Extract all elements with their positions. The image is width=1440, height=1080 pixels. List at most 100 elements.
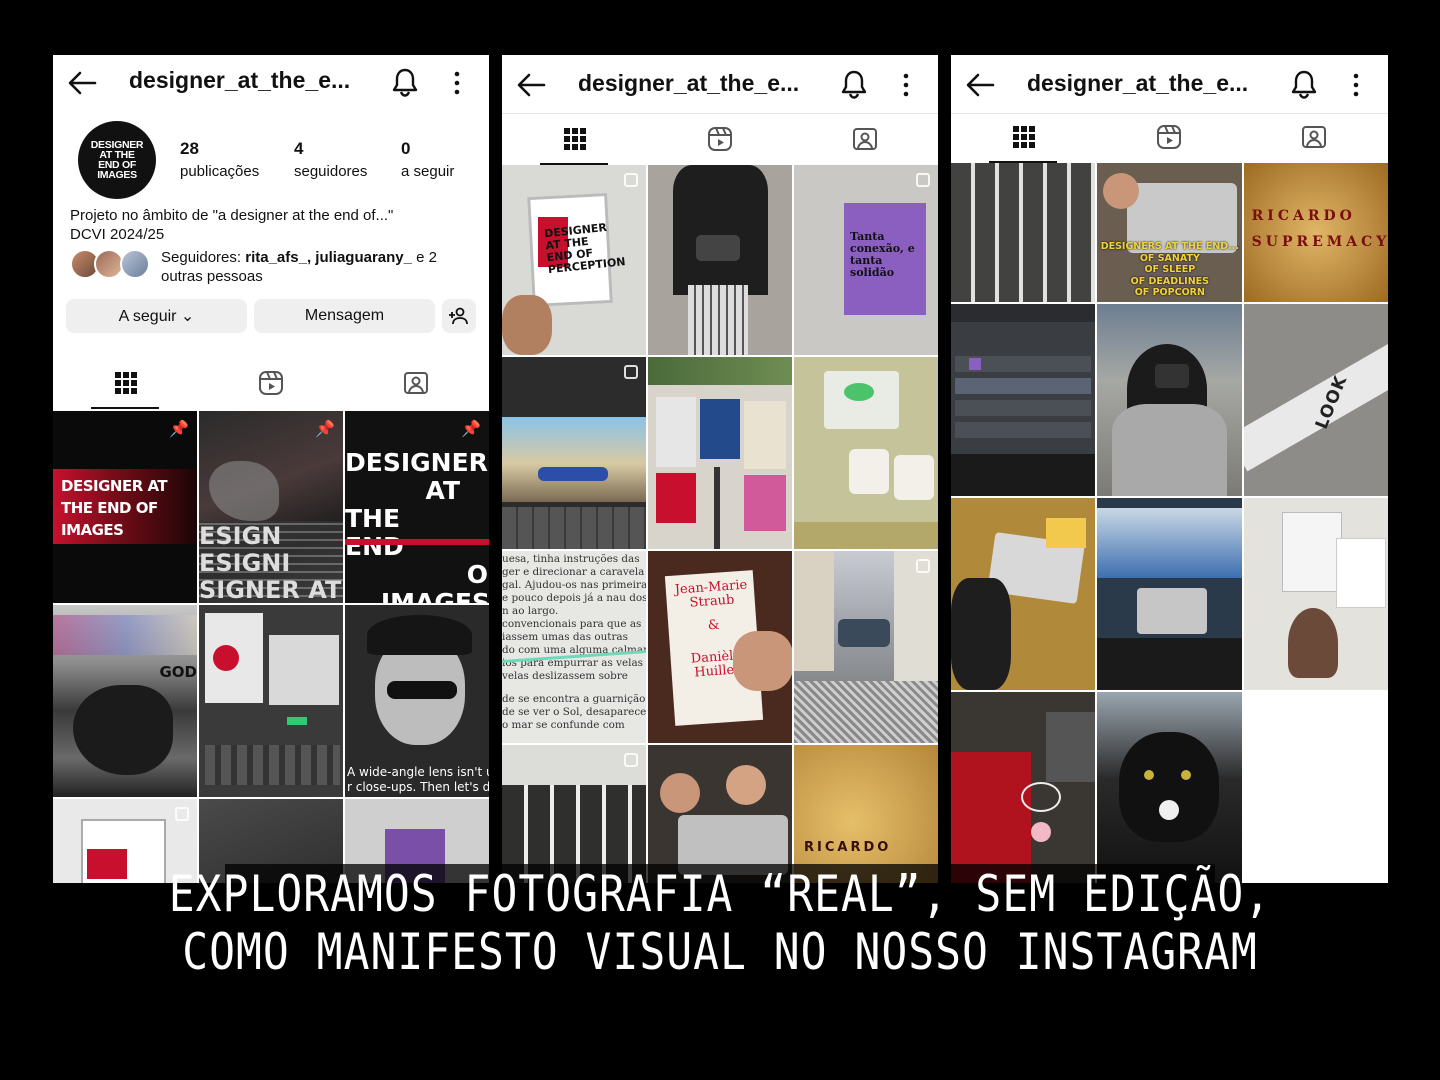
tab-reels[interactable] xyxy=(1096,111,1241,163)
more-options-icon[interactable] xyxy=(1348,71,1364,99)
post-tile[interactable]: RICARDO xyxy=(794,745,938,883)
more-options-icon[interactable] xyxy=(898,71,914,99)
tile-book-text: uesa, tinha instruções das ger e direcio… xyxy=(502,553,646,732)
tile-legs xyxy=(1097,638,1242,690)
tab-posts-grid[interactable] xyxy=(53,357,198,409)
tile-layer-row xyxy=(955,378,1091,394)
post-tile[interactable] xyxy=(1243,498,1388,690)
tile-laptop xyxy=(1137,588,1208,634)
stat-posts[interactable]: 28 publicações xyxy=(180,139,259,180)
post-tile[interactable] xyxy=(1097,498,1242,690)
top-bar: designer_at_the_e... xyxy=(53,55,489,111)
post-tile[interactable]: GOD xyxy=(53,605,197,797)
mutual-followers-text: Seguidores: rita_afs_, juliaguarany_ e 2… xyxy=(161,248,437,286)
post-tile[interactable]: DESIGNER AT THE END O IMAGES 📌 xyxy=(345,411,489,603)
tile-title-stack: DESIGNER AT THE END O IMAGES xyxy=(345,449,489,604)
post-tile[interactable]: Jean-Marie Straub & Danièle Huillet xyxy=(648,551,792,743)
post-tile[interactable] xyxy=(794,357,938,549)
post-tile[interactable] xyxy=(199,605,343,797)
tile-line: OF POPCORN xyxy=(1134,287,1205,298)
post-tile[interactable] xyxy=(951,692,1096,883)
tab-reels[interactable] xyxy=(647,113,792,165)
post-tile[interactable] xyxy=(648,165,792,355)
tile-line: SUPREMACY xyxy=(1251,234,1388,250)
tile-road-stripe xyxy=(1243,336,1388,472)
post-tile[interactable] xyxy=(502,357,646,549)
tab-posts-grid[interactable] xyxy=(951,111,1096,163)
tile-line: OF DEADLINES xyxy=(1130,275,1209,287)
bell-icon[interactable] xyxy=(840,69,868,99)
stat-following-label: a seguir xyxy=(401,163,455,180)
tile-layer-row xyxy=(955,422,1091,438)
back-arrow-icon[interactable] xyxy=(516,71,546,99)
tile-smoke-shape xyxy=(73,685,173,775)
tile-glitch-text: ESIGN ESIGNI SIGNER AT xyxy=(199,522,342,604)
tile-building xyxy=(794,551,834,671)
tile-word: GOD xyxy=(159,663,197,681)
tile-line: O xyxy=(466,560,488,589)
add-person-button[interactable] xyxy=(442,299,476,333)
post-tile[interactable] xyxy=(951,163,1096,302)
tile-poster xyxy=(744,475,786,531)
bell-icon[interactable] xyxy=(1290,69,1318,99)
post-tile[interactable]: A wide-angle lens isn't use r close-ups.… xyxy=(345,605,489,797)
tab-posts-grid[interactable] xyxy=(502,113,647,165)
add-person-icon xyxy=(449,307,468,325)
tile-camera xyxy=(696,235,740,261)
phone-screen-grid-1: designer_at_the_e... DESIGNER AT THE END… xyxy=(502,55,938,883)
post-tile[interactable] xyxy=(951,498,1096,690)
more-options-icon[interactable] xyxy=(449,69,465,97)
stat-following-count: 0 xyxy=(401,139,411,158)
post-tile[interactable]: ESIGN ESIGNI SIGNER AT 📌 xyxy=(199,411,343,603)
post-tile[interactable]: LOOK xyxy=(1243,304,1388,496)
profile-avatar[interactable]: DESIGNER AT THE END OF IMAGES xyxy=(78,121,156,199)
post-tile[interactable] xyxy=(1097,692,1242,883)
post-tile[interactable] xyxy=(502,745,646,883)
post-tile[interactable]: DESIGNERS AT THE END... OF SANATY OF SLE… xyxy=(1097,163,1242,302)
tile-word: RICARDO xyxy=(804,840,892,855)
bell-icon[interactable] xyxy=(391,67,419,97)
tab-reels[interactable] xyxy=(198,357,343,409)
tile-thumbnails xyxy=(205,745,340,785)
tile-camera xyxy=(1155,364,1190,388)
message-button[interactable]: Mensagem xyxy=(254,299,435,333)
stat-followers[interactable]: 4 seguidores xyxy=(294,139,367,180)
post-tile[interactable]: DESIGNER AT THE END OF IMAGES 📌 xyxy=(53,411,197,603)
tile-color-streak xyxy=(53,615,197,655)
post-tile[interactable]: Tanta conexão, e tanta solidão xyxy=(794,165,938,355)
tile-poster-wall xyxy=(951,163,1096,302)
tab-tagged[interactable] xyxy=(792,113,937,165)
pin-icon: 📌 xyxy=(169,421,189,438)
tab-tagged[interactable] xyxy=(1241,111,1386,163)
tile-flag-text: Tanta conexão, e tanta solidão xyxy=(850,230,915,279)
reels-icon xyxy=(258,371,283,395)
tile-poster xyxy=(656,397,696,467)
following-button[interactable]: A seguir ⌄ xyxy=(66,299,247,333)
post-tile[interactable]: uesa, tinha instruções das ger e direcio… xyxy=(502,551,646,743)
stat-following[interactable]: 0 a seguir xyxy=(401,139,454,180)
tab-tagged[interactable] xyxy=(343,357,488,409)
post-tile[interactable] xyxy=(648,357,792,549)
post-tile[interactable] xyxy=(1097,304,1242,496)
multi-post-icon xyxy=(916,559,930,573)
tile-face xyxy=(660,773,700,813)
tile-document xyxy=(269,635,339,705)
posts-grid: DESIGNER AT THE END OF PERCEPTION Tanta … xyxy=(502,165,938,883)
post-tile[interactable] xyxy=(648,745,792,883)
post-tile[interactable]: DESIGNER AT THE END OF PERCEPTION xyxy=(502,165,646,355)
post-tile[interactable]: RICARDO SUPREMACY xyxy=(1243,163,1388,302)
mutual-followers[interactable]: Seguidores: rita_afs_, juliaguarany_ e 2… xyxy=(70,247,480,287)
stat-followers-label: seguidores xyxy=(294,163,368,180)
tile-red-dot xyxy=(213,645,239,671)
empty-tile xyxy=(1243,692,1388,883)
back-arrow-icon[interactable] xyxy=(965,71,995,99)
back-arrow-icon[interactable] xyxy=(67,69,97,97)
tile-line: RICARDO xyxy=(1251,208,1356,224)
post-tile[interactable] xyxy=(794,551,938,743)
tile-pole xyxy=(714,467,720,549)
followers-names[interactable]: rita_afs_, juliaguarany_ xyxy=(245,249,412,266)
username-title: designer_at_the_e... xyxy=(1027,70,1249,96)
pin-icon: 📌 xyxy=(461,421,481,438)
post-tile[interactable] xyxy=(951,304,1096,496)
tile-trees xyxy=(648,357,792,385)
